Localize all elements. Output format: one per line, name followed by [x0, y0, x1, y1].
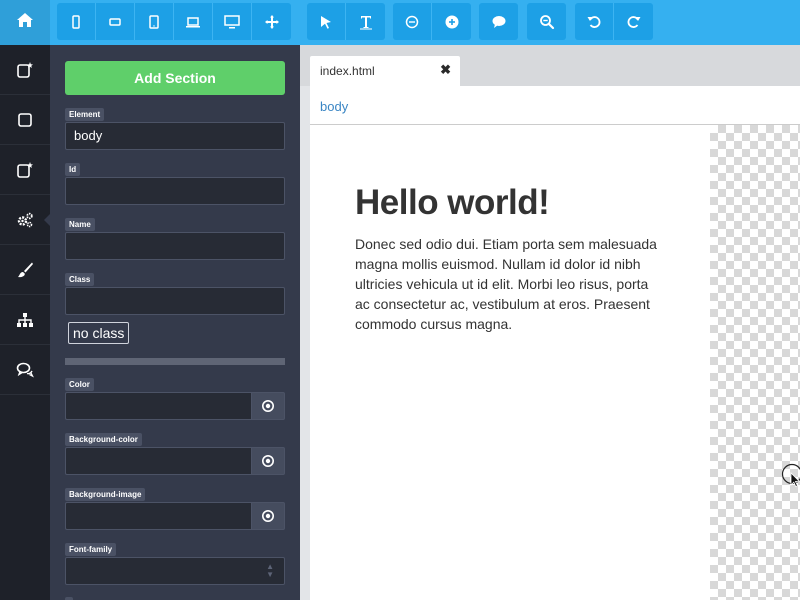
- tools-toolbar-group: [307, 3, 385, 40]
- text-tool-button[interactable]: [346, 3, 385, 40]
- home-icon: [16, 12, 34, 33]
- class-tag[interactable]: no class: [68, 322, 130, 344]
- target-icon: [262, 455, 274, 467]
- background-color-field[interactable]: [65, 447, 251, 475]
- comments-toolbar-group: [479, 3, 518, 40]
- desktop-button[interactable]: [213, 3, 252, 40]
- breadcrumb-body[interactable]: body: [320, 99, 348, 114]
- home-button[interactable]: [0, 0, 50, 45]
- add-button[interactable]: [432, 3, 471, 40]
- target-icon: [262, 400, 274, 412]
- top-toolbar: [0, 0, 800, 45]
- add-element-alt-button[interactable]: [0, 145, 50, 195]
- undo-icon: [587, 15, 601, 28]
- font-family-select[interactable]: ▲ ▼: [65, 557, 285, 585]
- add-section-button[interactable]: Add Section: [65, 61, 285, 95]
- tab-strip: index.html ✖: [300, 45, 800, 86]
- sitemap-button[interactable]: [0, 295, 50, 345]
- background-image-label: Background-image: [65, 488, 146, 501]
- pointer-button[interactable]: [307, 3, 346, 40]
- chat-icon: [16, 362, 34, 377]
- box-icon: [18, 112, 32, 127]
- pointer-icon: [321, 15, 331, 29]
- move-button[interactable]: [252, 3, 291, 40]
- background-image-picker-button[interactable]: [251, 502, 285, 530]
- brush-button[interactable]: [0, 245, 50, 295]
- tab-index-html[interactable]: index.html ✖: [310, 56, 460, 86]
- font-family-label: Font-family: [65, 543, 117, 556]
- page-paragraph[interactable]: Donec sed odio dui. Etiam porta sem male…: [355, 234, 665, 334]
- mobile-portrait-button[interactable]: [57, 3, 96, 40]
- name-label: Name: [65, 218, 95, 231]
- breadcrumb-bar: body: [310, 86, 800, 125]
- settings-icon: [17, 212, 33, 227]
- plus-icon: [445, 15, 458, 28]
- background-image-field[interactable]: [65, 502, 251, 530]
- transparent-checkerboard: [710, 125, 800, 600]
- id-label: Id: [65, 163, 81, 176]
- left-icon-bar: [0, 45, 50, 600]
- color-label: Color: [65, 378, 94, 391]
- mobile-landscape-icon: [109, 17, 121, 26]
- mobile-portrait-icon: [72, 14, 80, 29]
- section-divider: [65, 358, 285, 365]
- redo-icon: [627, 15, 640, 28]
- desktop-icon: [224, 14, 240, 28]
- properties-panel: Add Section Element body Id Name Class n…: [50, 45, 300, 600]
- move-icon: [264, 14, 279, 29]
- laptop-icon: [186, 16, 200, 27]
- minus-icon: [405, 15, 419, 28]
- text-icon: [359, 15, 372, 29]
- color-picker-button[interactable]: [251, 392, 285, 420]
- chat-button[interactable]: [0, 345, 50, 395]
- zoom-out-icon: [539, 14, 554, 29]
- element-field[interactable]: body: [65, 122, 285, 150]
- undo-button[interactable]: [575, 3, 614, 40]
- add-element-alt-icon: [17, 161, 33, 178]
- settings-button[interactable]: [0, 195, 50, 245]
- editor-area: index.html ✖ body Hello world! Donec sed…: [300, 45, 800, 600]
- box-button[interactable]: [0, 95, 50, 145]
- background-color-label: Background-color: [65, 433, 142, 446]
- select-arrows-icon: ▲ ▼: [266, 562, 274, 579]
- target-icon: [262, 510, 274, 522]
- sitemap-icon: [17, 312, 33, 327]
- color-field[interactable]: [65, 392, 251, 420]
- mobile-landscape-button[interactable]: [96, 3, 135, 40]
- redo-button[interactable]: [614, 3, 653, 40]
- add-element-button[interactable]: [0, 45, 50, 95]
- zoom-toolbar-group: [393, 3, 471, 40]
- tablet-button[interactable]: [135, 3, 174, 40]
- page-heading[interactable]: Hello world!: [355, 183, 550, 223]
- collapse-button[interactable]: [393, 3, 432, 40]
- tablet-icon: [149, 14, 159, 29]
- close-icon[interactable]: ✖: [440, 62, 451, 78]
- add-element-icon: [17, 61, 33, 78]
- element-label: Element: [65, 108, 105, 121]
- class-label: Class: [65, 273, 95, 286]
- comment-button[interactable]: [479, 3, 518, 40]
- page-canvas[interactable]: Hello world! Donec sed odio dui. Etiam p…: [310, 125, 800, 600]
- zoom-out-button[interactable]: [527, 3, 566, 40]
- device-toolbar-group: [57, 3, 291, 40]
- history-toolbar-group: [575, 3, 653, 40]
- class-field[interactable]: [65, 287, 285, 315]
- brush-icon: [18, 262, 33, 277]
- laptop-button[interactable]: [174, 3, 213, 40]
- tab-title: index.html: [320, 64, 375, 78]
- zoom-out-toolbar-group: [527, 3, 566, 40]
- name-field[interactable]: [65, 232, 285, 260]
- id-field[interactable]: [65, 177, 285, 205]
- comment-icon: [492, 15, 505, 28]
- mouse-cursor-icon: [781, 463, 800, 488]
- background-color-picker-button[interactable]: [251, 447, 285, 475]
